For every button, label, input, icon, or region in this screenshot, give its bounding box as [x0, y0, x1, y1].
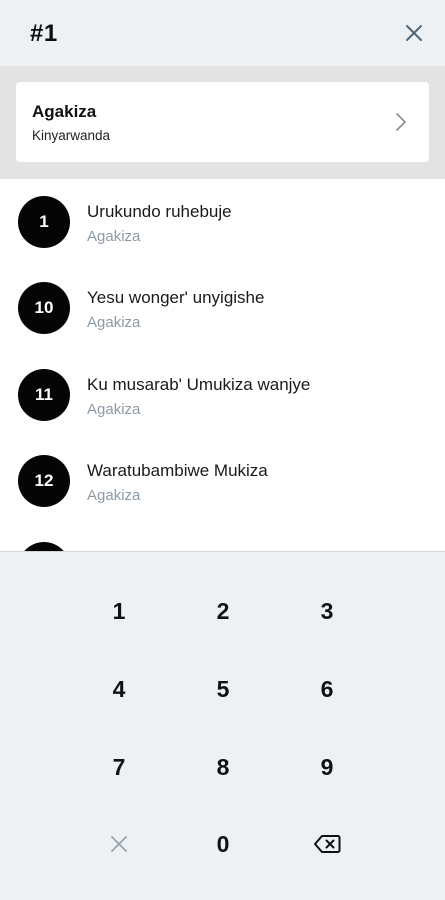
key-8[interactable]: 8	[171, 732, 275, 802]
book-language: Kinyarwanda	[32, 128, 111, 143]
list-item[interactable]: 1 Urukundo ruhebuje Agakiza	[0, 180, 445, 266]
backspace-icon	[314, 835, 341, 853]
key-2[interactable]: 2	[171, 576, 275, 646]
song-list[interactable]: 1 Urukundo ruhebuje Agakiza 10 Yesu wong…	[0, 179, 445, 551]
song-number-badge: 1	[18, 196, 70, 248]
list-item[interactable]: 11 Ku musarab' Umukiza wanjye Agakiza	[0, 353, 445, 439]
chevron-right-icon	[396, 113, 406, 131]
song-book: Agakiza	[87, 487, 141, 504]
key-1[interactable]: 1	[67, 576, 171, 646]
close-button[interactable]	[401, 20, 427, 46]
song-title: Urukundo ruhebuje	[87, 202, 232, 221]
page-title: #1	[30, 20, 58, 47]
number-keypad: 1 2 3 4 5 6 7 8 9 0	[0, 551, 445, 900]
book-selector-card[interactable]: Agakiza Kinyarwanda	[16, 82, 429, 162]
clear-x-icon	[111, 836, 127, 852]
song-book: Agakiza	[87, 228, 141, 245]
song-number-badge	[18, 542, 70, 551]
close-icon	[406, 25, 422, 41]
song-title: Yesu wonger' unyigishe	[87, 288, 265, 307]
song-number-badge: 10	[18, 282, 70, 334]
list-item[interactable]: 12 Waratubambiwe Mukiza Agakiza	[0, 439, 445, 525]
song-book: Agakiza	[87, 401, 141, 418]
key-6[interactable]: 6	[275, 654, 379, 724]
list-item[interactable]: 10 Yesu wonger' unyigishe Agakiza	[0, 266, 445, 352]
backspace-button[interactable]	[275, 809, 379, 879]
song-title: Ku musarab' Umukiza wanjye	[87, 375, 311, 394]
key-4[interactable]: 4	[67, 654, 171, 724]
key-9[interactable]: 9	[275, 732, 379, 802]
book-selector-section: Agakiza Kinyarwanda	[0, 66, 445, 179]
clear-button[interactable]	[67, 809, 171, 879]
top-bar: #1	[0, 0, 445, 66]
song-book: Agakiza	[87, 314, 141, 331]
key-3[interactable]: 3	[275, 576, 379, 646]
book-name: Agakiza	[32, 102, 97, 121]
list-item-partial[interactable]	[0, 526, 445, 551]
key-5[interactable]: 5	[171, 654, 275, 724]
song-number-badge: 12	[18, 455, 70, 507]
key-0[interactable]: 0	[171, 809, 275, 879]
song-number-badge: 11	[18, 369, 70, 421]
key-7[interactable]: 7	[67, 732, 171, 802]
song-title: Waratubambiwe Mukiza	[87, 461, 268, 480]
